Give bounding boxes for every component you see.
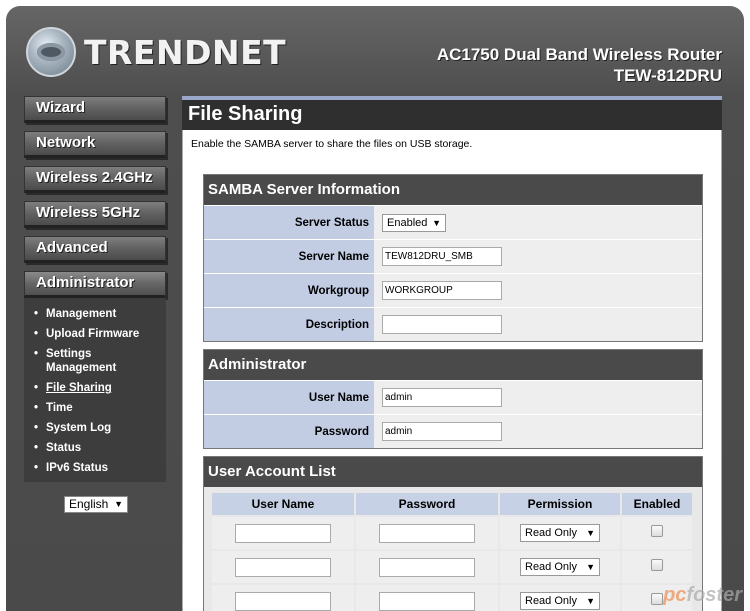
administrator-section: Administrator User Name admin Password a…: [203, 349, 703, 449]
table-row: Read Only ▼: [212, 517, 692, 549]
field-label: Workgroup: [204, 274, 374, 307]
language-select[interactable]: English ▼: [64, 496, 128, 513]
account-username-input[interactable]: [235, 557, 331, 577]
account-password-input[interactable]: [379, 523, 475, 543]
enabled-checkbox[interactable]: [651, 559, 663, 571]
header: TRENDnet AC1750 Dual Band Wireless Route…: [6, 6, 744, 96]
bullet-icon: •: [34, 402, 39, 414]
admin-password-row: Password admin: [204, 414, 702, 448]
field-label: User Name: [204, 381, 374, 414]
nav-wizard[interactable]: Wizard: [24, 96, 166, 123]
logo: TRENDnet: [26, 26, 286, 78]
bullet-icon: •: [34, 442, 39, 454]
nav-administrator[interactable]: Administrator: [24, 271, 166, 298]
workgroup-input[interactable]: WORKGROUP: [382, 281, 502, 300]
nav-network[interactable]: Network: [24, 131, 166, 158]
watermark: pcfoster: [663, 584, 742, 606]
admin-password-input[interactable]: admin: [382, 422, 502, 441]
column-header: Password: [356, 493, 498, 515]
user-account-list-section: User Account List User Name Password Per…: [203, 456, 703, 611]
main-content: File Sharing Enable the SAMBA server to …: [182, 96, 722, 611]
brand-name: TRENDnet: [84, 32, 287, 72]
enabled-checkbox[interactable]: [651, 593, 663, 605]
dropdown-arrow-icon: ▼: [586, 562, 595, 572]
samba-server-section: SAMBA Server Information Server Status E…: [203, 174, 703, 342]
section-heading: Administrator: [204, 350, 702, 380]
submenu-time[interactable]: • Time: [24, 398, 166, 418]
permission-select[interactable]: Read Only ▼: [520, 592, 600, 610]
bullet-icon: •: [34, 382, 39, 394]
bullet-icon: •: [34, 308, 39, 320]
section-heading: User Account List: [204, 457, 702, 487]
submenu-upload-firmware[interactable]: • Upload Firmware: [24, 324, 166, 344]
table-row: Read Only ▼: [212, 551, 692, 583]
server-status-row: Server Status Enabled ▼: [204, 205, 702, 239]
dropdown-arrow-icon: ▼: [586, 596, 595, 606]
bullet-icon: •: [34, 328, 39, 340]
bullet-icon: •: [34, 462, 39, 474]
bullet-icon: •: [34, 422, 39, 434]
trendnet-logo-icon: [26, 27, 76, 77]
model-number: TEW-812DRU: [613, 66, 722, 85]
table-header-row: User Name Password Permission Enabled: [212, 493, 692, 515]
permission-select[interactable]: Read Only ▼: [520, 524, 600, 542]
dropdown-arrow-icon: ▼: [432, 217, 441, 228]
dropdown-arrow-icon: ▼: [114, 499, 123, 509]
permission-select[interactable]: Read Only ▼: [520, 558, 600, 576]
page-title: File Sharing: [182, 96, 722, 130]
nav-advanced[interactable]: Advanced: [24, 236, 166, 263]
router-frame: TRENDnet AC1750 Dual Band Wireless Route…: [6, 6, 744, 611]
intro-text: Enable the SAMBA server to share the fil…: [191, 138, 473, 150]
table-row: Read Only ▼: [212, 585, 692, 611]
server-name-input[interactable]: TEW812DRU_SMB: [382, 247, 502, 266]
content-panel: Enable the SAMBA server to share the fil…: [182, 130, 722, 611]
submenu-file-sharing[interactable]: • File Sharing: [24, 378, 166, 398]
field-label: Password: [204, 415, 374, 448]
account-password-input[interactable]: [379, 557, 475, 577]
column-header: Permission: [500, 493, 620, 515]
administrator-submenu: • Management • Upload Firmware • Settings M…: [24, 298, 166, 482]
account-password-input[interactable]: [379, 591, 475, 611]
submenu-ipv6-status[interactable]: • IPv6 Status: [24, 458, 166, 478]
admin-username-row: User Name admin: [204, 380, 702, 414]
submenu-settings-management[interactable]: • Settings Management: [24, 344, 166, 378]
product-info: AC1750 Dual Band Wireless Router TEW-812…: [437, 44, 722, 86]
field-label: Description: [204, 308, 374, 341]
submenu-system-log[interactable]: • System Log: [24, 418, 166, 438]
submenu-status[interactable]: • Status: [24, 438, 166, 458]
server-status-select[interactable]: Enabled ▼: [382, 213, 446, 232]
product-name: AC1750 Dual Band Wireless Router: [436, 45, 722, 64]
user-account-table: User Name Password Permission Enabled Re…: [210, 491, 694, 611]
enabled-checkbox[interactable]: [651, 525, 663, 537]
section-heading: SAMBA Server Information: [204, 175, 702, 205]
field-label: Server Name: [204, 240, 374, 273]
description-input[interactable]: [382, 315, 502, 334]
description-row: Description: [204, 307, 702, 341]
column-header: User Name: [212, 493, 354, 515]
submenu-management[interactable]: • Management: [24, 304, 166, 324]
nav-wireless-5ghz[interactable]: Wireless 5GHz: [24, 201, 166, 228]
column-header: Enabled: [622, 493, 692, 515]
field-label: Server Status: [204, 206, 374, 239]
account-username-input[interactable]: [235, 523, 331, 543]
nav-wireless-24ghz[interactable]: Wireless 2.4GHz: [24, 166, 166, 193]
workgroup-row: Workgroup WORKGROUP: [204, 273, 702, 307]
admin-username-input[interactable]: admin: [382, 388, 502, 407]
account-username-input[interactable]: [235, 591, 331, 611]
bullet-icon: •: [34, 348, 39, 360]
server-name-row: Server Name TEW812DRU_SMB: [204, 239, 702, 273]
sidebar: Wizard Network Wireless 2.4GHz Wireless …: [24, 96, 169, 513]
dropdown-arrow-icon: ▼: [586, 528, 595, 538]
